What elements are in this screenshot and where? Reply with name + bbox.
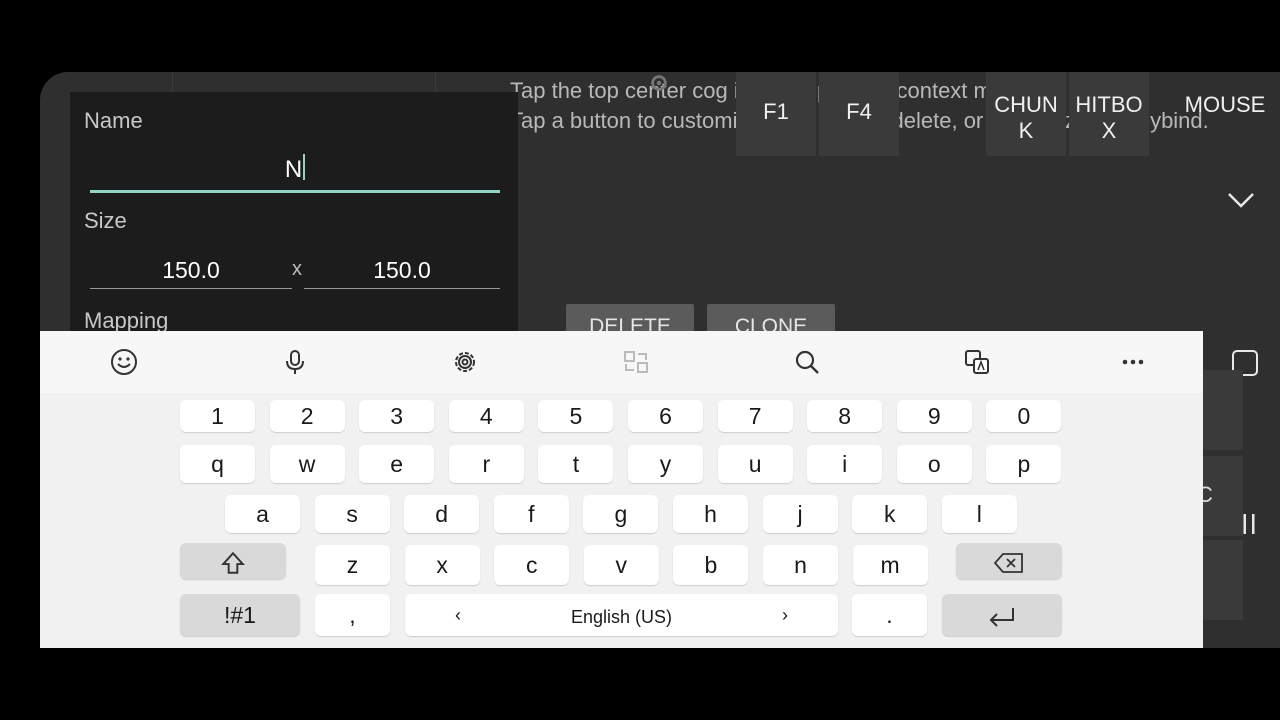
name-input[interactable]: N xyxy=(90,152,500,193)
size-label: Size xyxy=(84,208,127,233)
text-convert-icon[interactable] xyxy=(611,343,661,381)
button-editor-panel: Name N Size 150.0 x 150.0 Mapping xyxy=(70,92,518,352)
key-h[interactable]: h xyxy=(673,495,748,533)
symbols-key[interactable]: !#1 xyxy=(180,594,300,636)
chunk-label-line-2: K xyxy=(1018,118,1034,143)
key-8[interactable]: 8 xyxy=(807,400,883,432)
backspace-icon xyxy=(993,553,1023,573)
key-p[interactable]: p xyxy=(986,445,1062,483)
chunk-label-line-1: CHUN xyxy=(994,92,1058,117)
search-icon[interactable] xyxy=(782,343,832,381)
key-2[interactable]: 2 xyxy=(269,400,345,432)
key-f[interactable]: f xyxy=(493,495,569,533)
key-y[interactable]: y xyxy=(628,445,703,483)
hitbox-control-button[interactable]: HITBO X xyxy=(1069,72,1149,156)
f1-control-button[interactable]: F1 xyxy=(736,72,816,156)
key-l[interactable]: l xyxy=(941,495,1017,533)
key-k[interactable]: k xyxy=(852,495,928,533)
hitbox-label: HITBO X xyxy=(1069,72,1149,144)
emoji-icon[interactable] xyxy=(99,343,149,381)
shift-key[interactable] xyxy=(180,543,286,579)
keyboard-toolbar xyxy=(40,331,1203,393)
hitbox-label-line-2: X xyxy=(1101,118,1117,143)
key-x[interactable]: x xyxy=(404,545,480,585)
key-i[interactable]: i xyxy=(807,445,883,483)
chevron-down-icon[interactable] xyxy=(1226,188,1256,212)
chunk-label: CHUN K xyxy=(986,72,1066,144)
chunk-control-button[interactable]: CHUN K xyxy=(986,72,1066,156)
translate-icon[interactable] xyxy=(952,343,1002,381)
key-e[interactable]: e xyxy=(359,445,435,483)
key-4[interactable]: 4 xyxy=(448,400,524,432)
space-left-arrow: ‹ xyxy=(455,605,461,625)
backspace-key[interactable] xyxy=(956,543,1062,579)
key-g[interactable]: g xyxy=(583,495,659,533)
key-9[interactable]: 9 xyxy=(896,400,972,432)
key-6[interactable]: 6 xyxy=(628,400,703,432)
space-bar[interactable]: ‹ English (US) › xyxy=(405,594,838,636)
key-0[interactable]: 0 xyxy=(986,400,1062,432)
key-3[interactable]: 3 xyxy=(359,400,435,432)
f4-control-button[interactable]: F4 xyxy=(819,72,899,156)
key-m[interactable]: m xyxy=(852,545,928,585)
height-input[interactable]: 150.0 xyxy=(304,252,500,289)
comma-key[interactable]: , xyxy=(315,594,390,636)
shift-arrow-icon xyxy=(221,551,245,574)
key-w[interactable]: w xyxy=(269,445,345,483)
enter-key[interactable] xyxy=(942,594,1062,636)
more-options-icon[interactable] xyxy=(1108,343,1158,381)
period-key[interactable]: . xyxy=(852,594,927,636)
context-menu-cog-icon[interactable] xyxy=(648,72,670,94)
key-7[interactable]: 7 xyxy=(717,400,793,432)
key-v[interactable]: v xyxy=(583,545,659,585)
f1-label: F1 xyxy=(763,99,789,124)
on-screen-keyboard: 1234567890 qwertyuiop asdfghjkl zxcvbnm … xyxy=(40,331,1203,648)
key-u[interactable]: u xyxy=(717,445,793,483)
space-right-arrow: › xyxy=(782,605,788,625)
text-caret xyxy=(303,153,306,180)
grid-line xyxy=(435,72,436,92)
right-control-button-2[interactable]: C xyxy=(1197,456,1243,536)
key-r[interactable]: r xyxy=(448,445,524,483)
key-j[interactable]: j xyxy=(762,495,838,533)
key-d[interactable]: d xyxy=(404,495,480,533)
key-o[interactable]: o xyxy=(896,445,972,483)
key-5[interactable]: 5 xyxy=(538,400,614,432)
f4-label: F4 xyxy=(846,99,872,124)
name-input-value: N xyxy=(284,156,303,183)
key-t[interactable]: t xyxy=(538,445,614,483)
size-separator: x xyxy=(292,258,302,280)
keyboard-settings-gear-icon[interactable] xyxy=(440,343,490,381)
microphone-icon[interactable] xyxy=(270,343,320,381)
right-control-button-3[interactable] xyxy=(1203,540,1243,620)
key-q[interactable]: q xyxy=(180,445,255,483)
name-label: Name xyxy=(84,108,143,133)
enter-arrow-icon xyxy=(989,607,1014,627)
key-a[interactable]: a xyxy=(225,495,300,533)
key-z[interactable]: z xyxy=(315,545,390,585)
key-n[interactable]: n xyxy=(763,545,838,585)
key-b[interactable]: b xyxy=(673,545,749,585)
mouse-control-button[interactable]: MOUSE xyxy=(1170,72,1280,156)
key-s[interactable]: s xyxy=(314,495,390,533)
key-1[interactable]: 1 xyxy=(180,400,255,432)
hitbox-label-line-1: HITBO xyxy=(1075,92,1143,117)
width-input[interactable]: 150.0 xyxy=(90,252,292,289)
grid-line xyxy=(172,72,173,92)
mouse-label: MOUSE xyxy=(1184,92,1266,117)
key-c[interactable]: c xyxy=(494,545,570,585)
space-language-label: English (US) xyxy=(570,607,673,627)
right-control-button-1[interactable]: I xyxy=(1197,370,1243,450)
